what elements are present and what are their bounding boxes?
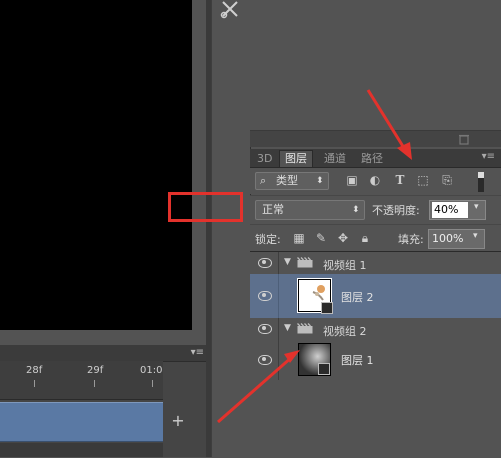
arrow-line-bottom [217, 355, 293, 424]
annotation-arrows [217, 89, 412, 424]
arrow-head-top [397, 142, 412, 160]
arrow-line-top [366, 89, 406, 149]
